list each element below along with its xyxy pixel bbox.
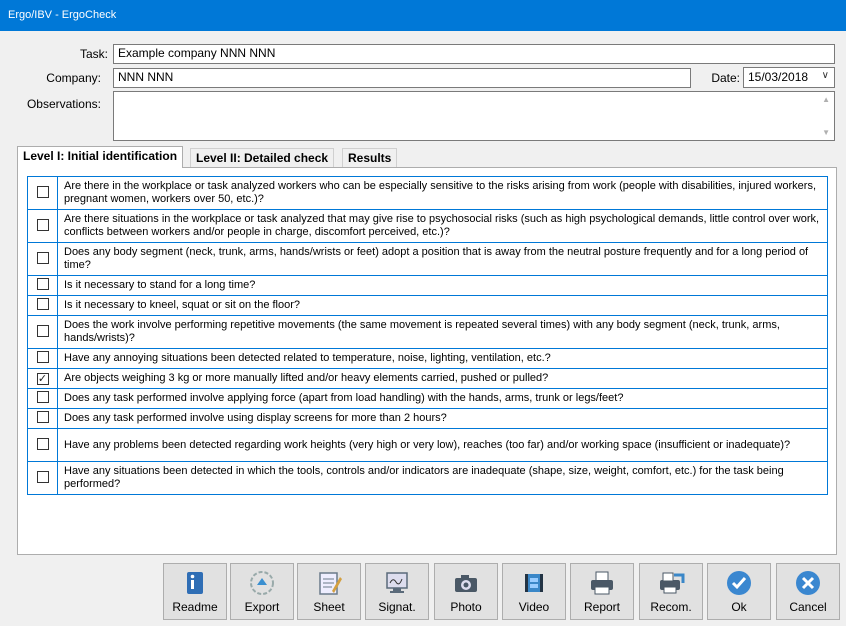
- question-text: Have any situations been detected in whi…: [57, 461, 828, 495]
- question-text: Does any body segment (neck, trunk, arms…: [57, 242, 828, 276]
- question-text: Is it necessary to kneel, squat or sit o…: [57, 295, 828, 316]
- question-row: Is it necessary to stand for a long time…: [27, 275, 828, 296]
- question-checkbox-cell: ✓: [27, 368, 58, 389]
- readme-button[interactable]: Readme: [163, 563, 227, 620]
- question-row: Have any problems been detected regardin…: [27, 428, 828, 462]
- question-row: Does the work involve performing repetit…: [27, 315, 828, 349]
- date-picker[interactable]: 15/03/2018 ∨: [743, 67, 835, 88]
- company-label: Company:: [46, 71, 101, 85]
- question-checkbox-cell: [27, 242, 58, 276]
- recommendations-icon: [640, 569, 702, 597]
- signat-button[interactable]: Signat.: [365, 563, 429, 620]
- button-label: Readme: [172, 600, 218, 614]
- question-text: Does any task performed involve applying…: [57, 388, 828, 409]
- question-row: Is it necessary to kneel, squat or sit o…: [27, 295, 828, 316]
- question-checkbox[interactable]: [36, 470, 49, 483]
- question-text: Does the work involve performing repetit…: [57, 315, 828, 349]
- question-checkbox[interactable]: [36, 437, 49, 450]
- observations-label: Observations:: [26, 97, 101, 111]
- task-label: Task:: [79, 47, 108, 61]
- task-input[interactable]: Example company NNN NNN: [113, 44, 835, 64]
- recom-button[interactable]: Recom.: [639, 563, 703, 620]
- question-checkbox[interactable]: ✓: [36, 372, 49, 385]
- question-text: Have any problems been detected regardin…: [57, 428, 828, 462]
- button-label: Export: [244, 600, 280, 614]
- button-label: Recom.: [650, 600, 692, 614]
- question-row: Does any task performed involve using di…: [27, 408, 828, 429]
- export-icon: [231, 569, 293, 597]
- ok-button[interactable]: Ok: [707, 563, 771, 620]
- window-title: Ergo/IBV - ErgoCheck: [0, 0, 846, 31]
- report-button[interactable]: Report: [570, 563, 634, 620]
- question-text: Have any annoying situations been detect…: [57, 348, 828, 369]
- button-label: Signat.: [378, 600, 416, 614]
- button-label: Video: [518, 600, 550, 614]
- question-checkbox-cell: [27, 408, 58, 429]
- question-checkbox[interactable]: [36, 251, 49, 264]
- cancel-icon: [777, 569, 839, 597]
- question-row: ✓ Are objects weighing 3 kg or more manua…: [27, 368, 828, 389]
- video-icon: [503, 569, 565, 597]
- question-checkbox-cell: [27, 428, 58, 462]
- readme-icon: [164, 569, 226, 597]
- question-row: Have any annoying situations been detect…: [27, 348, 828, 369]
- questions-table: Are there in the workplace or task analy…: [27, 176, 828, 495]
- cancel-button[interactable]: Cancel: [776, 563, 840, 620]
- question-row: Are there in the workplace or task analy…: [27, 176, 828, 210]
- tab-level-2[interactable]: Level II: Detailed check: [190, 148, 335, 167]
- question-checkbox-cell: [27, 275, 58, 296]
- button-label: Ok: [731, 600, 747, 614]
- button-label: Cancel: [789, 600, 827, 614]
- observations-textarea[interactable]: ▲ ▼: [113, 91, 835, 141]
- button-label: Sheet: [313, 600, 345, 614]
- tab-results[interactable]: Results: [342, 148, 398, 167]
- question-checkbox[interactable]: [36, 351, 49, 363]
- sheet-icon: [298, 569, 360, 597]
- question-text: Does any task performed involve using di…: [57, 408, 828, 429]
- question-checkbox[interactable]: [36, 278, 49, 290]
- printer-icon: [571, 569, 633, 597]
- question-checkbox-cell: [27, 176, 58, 210]
- question-checkbox[interactable]: [36, 411, 49, 423]
- window-client: Task: Example company NNN NNN Company: N…: [0, 31, 846, 626]
- export-button[interactable]: Export: [230, 563, 294, 620]
- question-text: Are objects weighing 3 kg or more manual…: [57, 368, 828, 389]
- question-checkbox-cell: [27, 348, 58, 369]
- question-row: Have any situations been detected in whi…: [27, 461, 828, 495]
- question-checkbox-cell: [27, 315, 58, 349]
- question-row: Does any task performed involve applying…: [27, 388, 828, 409]
- button-label: Report: [583, 600, 621, 614]
- question-checkbox[interactable]: [36, 298, 49, 310]
- question-text: Are there in the workplace or task analy…: [57, 176, 828, 210]
- check-icon: [708, 569, 770, 597]
- question-checkbox[interactable]: [36, 324, 49, 337]
- question-row: Are there situations in the workplace or…: [27, 209, 828, 243]
- question-checkbox-cell: [27, 461, 58, 495]
- question-checkbox-cell: [27, 209, 58, 243]
- question-checkbox[interactable]: [36, 185, 49, 198]
- scroll-down-icon[interactable]: ▼: [822, 128, 830, 137]
- button-label: Photo: [450, 600, 482, 614]
- camera-icon: [435, 569, 497, 597]
- company-input[interactable]: NNN NNN: [113, 68, 691, 88]
- question-checkbox-cell: [27, 388, 58, 409]
- level-1-panel: Are there in the workplace or task analy…: [17, 167, 837, 555]
- question-row: Does any body segment (neck, trunk, arms…: [27, 242, 828, 276]
- date-label: Date:: [711, 71, 740, 85]
- date-value: 15/03/2018: [748, 70, 809, 84]
- photo-button[interactable]: Photo: [434, 563, 498, 620]
- signature-icon: [366, 569, 428, 597]
- tab-level-1[interactable]: Level I: Initial identification: [17, 146, 184, 168]
- question-checkbox-cell: [27, 295, 58, 316]
- question-checkbox[interactable]: [36, 391, 49, 403]
- video-button[interactable]: Video: [502, 563, 566, 620]
- sheet-button[interactable]: Sheet: [297, 563, 361, 620]
- scroll-up-icon[interactable]: ▲: [822, 95, 830, 104]
- chevron-down-icon[interactable]: ∨: [822, 70, 829, 81]
- question-text: Are there situations in the workplace or…: [57, 209, 828, 243]
- question-checkbox[interactable]: [36, 218, 49, 231]
- question-text: Is it necessary to stand for a long time…: [57, 275, 828, 296]
